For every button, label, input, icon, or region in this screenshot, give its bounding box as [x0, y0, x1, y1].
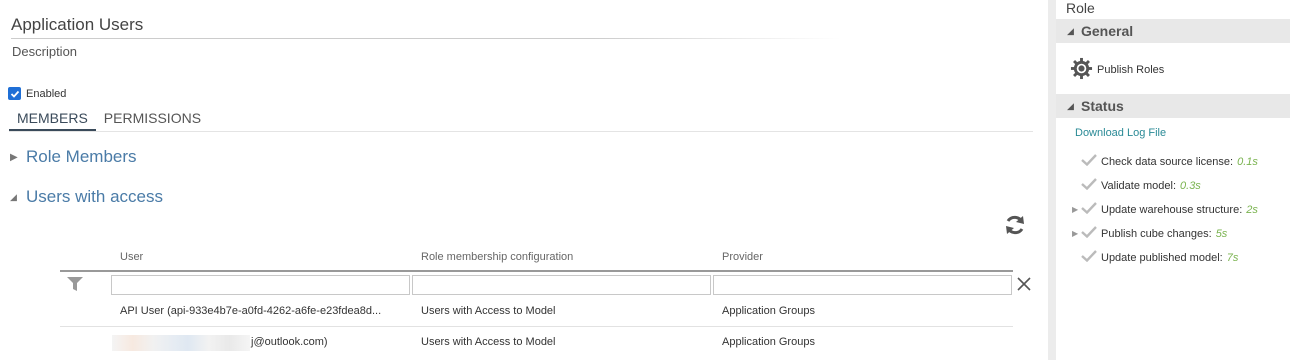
- filter-input-role-config[interactable]: [412, 275, 711, 295]
- row-1-user[interactable]: API User (api-933e4b7e-a0fd-4262-a6fe-e2…: [120, 305, 381, 317]
- users-with-access-heading: Users with access: [26, 187, 163, 206]
- page-title: Application Users: [11, 15, 144, 34]
- step-label: Publish cube changes:: [1101, 227, 1212, 240]
- users-with-access-section-toggle[interactable]: ◢ Users with access: [10, 187, 163, 207]
- checkmark-icon: [1081, 226, 1101, 241]
- role-members-heading: Role Members: [26, 147, 137, 166]
- step-time: 2s: [1246, 203, 1258, 216]
- role-side-panel: Role ◢ General Publish Roles ◢ Status Do…: [1056, 0, 1290, 360]
- expand-arrow-icon: ▶: [10, 151, 18, 163]
- redacted-user-name: [112, 335, 250, 351]
- checkmark-icon: [1081, 154, 1101, 169]
- column-header-user[interactable]: User: [120, 251, 143, 263]
- checkmark-icon: [1081, 202, 1101, 217]
- status-step[interactable]: ▶ Publish cube changes: 5s: [1072, 226, 1227, 241]
- status-step: Update published model: 7s: [1072, 250, 1238, 265]
- general-label: General: [1081, 23, 1134, 39]
- row-2-user[interactable]: j@outlook.com): [251, 336, 328, 348]
- role-members-section-toggle[interactable]: ▶ Role Members: [10, 147, 137, 167]
- description-field[interactable]: Description: [12, 44, 77, 59]
- step-label: Update warehouse structure:: [1101, 203, 1243, 216]
- expand-arrow-icon[interactable]: ▶: [1072, 229, 1081, 238]
- column-header-provider[interactable]: Provider: [722, 251, 763, 263]
- expand-arrow-icon[interactable]: ▶: [1072, 205, 1081, 214]
- enabled-toggle[interactable]: Enabled: [8, 87, 66, 100]
- panel-splitter[interactable]: [1048, 0, 1056, 360]
- step-time: 5s: [1215, 227, 1228, 240]
- status-label: Status: [1081, 98, 1124, 114]
- step-label: Validate model:: [1101, 179, 1177, 192]
- collapse-triangle-icon: ◢: [1067, 25, 1074, 36]
- status-section-header[interactable]: ◢ Status: [1056, 94, 1290, 118]
- step-time: 7s: [1226, 251, 1239, 264]
- row-separator: [60, 326, 1013, 327]
- collapse-triangle-icon: ◢: [1067, 100, 1074, 111]
- row-2-provider: Application Groups: [722, 336, 815, 348]
- status-step: Validate model: 0.3s: [1072, 178, 1201, 193]
- step-time: 0.1s: [1237, 155, 1258, 168]
- publish-roles-button[interactable]: Publish Roles: [1070, 57, 1164, 83]
- clear-filter-icon[interactable]: [1017, 277, 1031, 294]
- grid-header-border: [60, 270, 1013, 272]
- refresh-icon[interactable]: [1003, 213, 1027, 237]
- download-log-link[interactable]: Download Log File: [1075, 127, 1166, 139]
- row-1-config: Users with Access to Model: [421, 305, 556, 317]
- filter-input-user[interactable]: [111, 275, 410, 295]
- tabs-divider: [9, 131, 1033, 132]
- tab-bar: MEMBERS PERMISSIONS: [9, 110, 209, 131]
- status-step: Check data source license: 0.1s: [1072, 154, 1258, 169]
- general-section-header[interactable]: ◢ General: [1056, 19, 1290, 43]
- filter-icon[interactable]: [67, 277, 83, 294]
- enabled-checkbox[interactable]: [8, 87, 21, 100]
- step-label: Update published model:: [1101, 251, 1223, 264]
- row-1-provider: Application Groups: [722, 305, 815, 317]
- tab-permissions[interactable]: PERMISSIONS: [96, 110, 209, 131]
- row-2-config: Users with Access to Model: [421, 336, 556, 348]
- enabled-label: Enabled: [26, 87, 67, 100]
- side-panel-title: Role: [1066, 0, 1095, 16]
- filter-input-provider[interactable]: [713, 275, 1012, 295]
- collapse-arrow-icon: ◢: [10, 191, 17, 202]
- publish-roles-label: Publish Roles: [1097, 64, 1165, 76]
- gear-icon: [1070, 57, 1093, 83]
- main-panel: Application Users Description Enabled ME…: [0, 0, 1048, 360]
- column-header-role-config[interactable]: Role membership configuration: [421, 251, 573, 263]
- step-time: 0.3s: [1180, 179, 1201, 192]
- status-step[interactable]: ▶ Update warehouse structure: 2s: [1072, 202, 1258, 217]
- title-underline: [11, 38, 841, 39]
- checkmark-icon: [1081, 250, 1101, 265]
- tab-members[interactable]: MEMBERS: [9, 110, 96, 131]
- checkmark-icon: [1081, 178, 1101, 193]
- step-label: Check data source license:: [1101, 155, 1234, 168]
